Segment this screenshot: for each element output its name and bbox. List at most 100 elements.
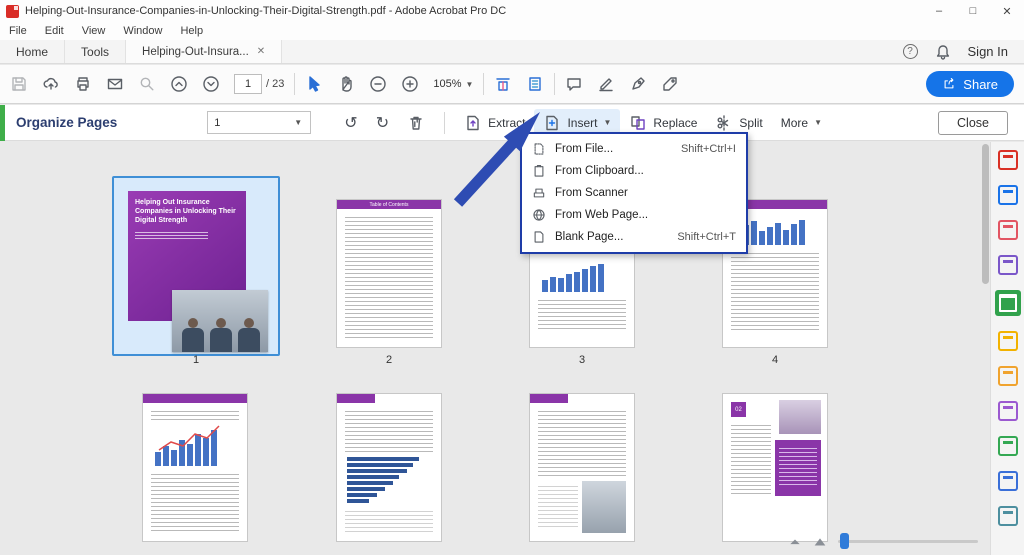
from-web-page-icon	[533, 209, 545, 221]
page-thumbnail-grid: Helping Out Insurance Companies in Unloc…	[0, 142, 990, 555]
next-page-icon[interactable]	[202, 75, 220, 93]
insert-icon	[546, 115, 559, 130]
chevron-down-icon: ▼	[814, 118, 823, 127]
hand-tool-icon[interactable]	[337, 75, 355, 93]
vertical-scrollbar[interactable]	[982, 144, 989, 553]
stamp-icon[interactable]	[661, 75, 679, 93]
menu-item-from-file[interactable]: From File... Shift+Ctrl+I	[522, 138, 746, 160]
menu-window[interactable]: Window	[114, 25, 171, 37]
minimize-button[interactable]: –	[922, 0, 956, 22]
maximize-button[interactable]: □	[956, 0, 990, 22]
menu-item-from-scanner[interactable]: From Scanner	[522, 182, 746, 204]
menu-view[interactable]: View	[73, 25, 115, 37]
blank-page-icon	[534, 231, 544, 243]
reduce-thumbnails-icon[interactable]	[788, 534, 802, 548]
page-number-input[interactable]	[234, 74, 262, 94]
thumbnail-page-5[interactable]	[143, 394, 247, 541]
tool-title: Organize Pages	[16, 115, 118, 130]
mini-horizontal-bar-chart	[347, 457, 431, 503]
protect-icon[interactable]	[997, 471, 1018, 491]
page-number-label: 4	[771, 354, 779, 366]
page-display-icon[interactable]	[494, 75, 512, 93]
scrollbar-thumb[interactable]	[982, 144, 989, 284]
export-pdf-icon[interactable]	[997, 150, 1018, 170]
menu-item-from-clipboard[interactable]: From Clipboard...	[522, 160, 746, 182]
from-clipboard-icon	[534, 165, 544, 177]
organize-pages-icon[interactable]	[994, 290, 1021, 316]
help-icon[interactable]: ?	[902, 44, 918, 59]
tab-home[interactable]: Home	[0, 40, 66, 63]
close-document-tab-icon[interactable]: ✕	[257, 46, 265, 57]
close-tool-button[interactable]: Close	[938, 110, 1008, 135]
purple-text-box	[775, 440, 821, 496]
toolbar-divider	[294, 73, 296, 95]
tab-document[interactable]: Helping-Out-Insura... ✕	[126, 40, 283, 63]
zoom-out-icon[interactable]	[369, 75, 387, 93]
close-window-button[interactable]: ✕	[990, 0, 1024, 22]
save-icon[interactable]	[10, 75, 28, 93]
title-bar: Helping-Out-Insurance-Companies-in-Unloc…	[0, 0, 1024, 22]
notifications-bell-icon[interactable]	[934, 43, 952, 61]
tool-accent-bar	[0, 105, 5, 141]
share-button[interactable]: Share	[926, 71, 1014, 97]
select-tool-icon[interactable]	[305, 75, 323, 93]
page-number-label: 1	[192, 354, 200, 366]
page-number-label: 3	[578, 354, 586, 366]
toolbar-divider	[483, 73, 485, 95]
rotate-right-button[interactable]: ↻	[367, 113, 398, 133]
menu-item-from-web-page[interactable]: From Web Page...	[522, 204, 746, 226]
sign-in-button[interactable]: Sign In	[968, 44, 1008, 59]
more-tools-icon[interactable]	[997, 506, 1018, 526]
cloud-upload-icon[interactable]	[42, 75, 60, 93]
cover-photo	[172, 290, 268, 352]
thumbnail-page-8[interactable]: 02	[723, 394, 827, 541]
chevron-down-icon: ▼	[603, 118, 612, 127]
edit-pdf-icon[interactable]	[997, 255, 1018, 275]
email-icon[interactable]	[106, 75, 124, 93]
toolbar-divider	[554, 73, 556, 95]
thumbnail-page-2[interactable]: Table of Contents	[337, 200, 441, 347]
menu-help[interactable]: Help	[171, 25, 212, 37]
mini-bar-chart	[542, 262, 622, 292]
combine-files-icon[interactable]	[997, 220, 1018, 240]
rotate-left-button[interactable]: ↺	[335, 113, 366, 133]
create-pdf-icon[interactable]	[997, 185, 1018, 205]
thumbnail-page-6[interactable]	[337, 394, 441, 541]
zoom-level-dropdown[interactable]: 105% ▼	[433, 78, 473, 90]
menu-item-blank-page[interactable]: Blank Page... Shift+Ctrl+T	[522, 226, 746, 248]
highlighter-icon[interactable]	[597, 75, 615, 93]
zoom-in-icon[interactable]	[401, 75, 419, 93]
page-range-selector[interactable]: ▼	[207, 111, 312, 134]
more-button[interactable]: More ▼	[772, 111, 831, 135]
thumbnail-page-7[interactable]	[530, 394, 634, 541]
window-title: Helping-Out-Insurance-Companies-in-Unloc…	[25, 5, 507, 17]
tab-tools[interactable]: Tools	[65, 40, 127, 63]
previous-page-icon[interactable]	[170, 75, 188, 93]
search-icon[interactable]	[138, 75, 156, 93]
sign-pen-icon[interactable]	[629, 75, 647, 93]
highlight-icon[interactable]	[997, 401, 1018, 421]
comment-icon[interactable]	[997, 366, 1018, 386]
acrobat-app-icon	[6, 4, 19, 18]
menu-file[interactable]: File	[0, 25, 36, 37]
comment-icon[interactable]	[565, 75, 583, 93]
menu-bar: File Edit View Window Help	[0, 22, 1024, 40]
from-scanner-icon	[533, 188, 545, 198]
page-range-input[interactable]	[214, 116, 295, 129]
thumbnail-size-slider[interactable]	[838, 533, 978, 549]
thumbnail-zoom-controls	[788, 533, 978, 549]
slider-handle[interactable]	[840, 533, 849, 549]
print-icon[interactable]	[74, 75, 92, 93]
thumbnail-page-1[interactable]: Helping Out Insurance Companies in Unloc…	[112, 176, 280, 356]
scrolling-view-icon[interactable]	[526, 75, 544, 93]
extract-icon	[467, 115, 479, 130]
section-number-box: 02	[731, 402, 746, 417]
delete-pages-button[interactable]	[398, 114, 434, 132]
fill-sign-icon[interactable]	[997, 331, 1018, 351]
toolbar-divider	[444, 111, 446, 134]
menu-edit[interactable]: Edit	[36, 25, 73, 37]
replace-icon	[631, 115, 646, 130]
enlarge-thumbnails-icon[interactable]	[812, 533, 828, 549]
send-for-review-icon[interactable]	[997, 436, 1018, 456]
chevron-down-icon: ▼	[294, 118, 303, 127]
